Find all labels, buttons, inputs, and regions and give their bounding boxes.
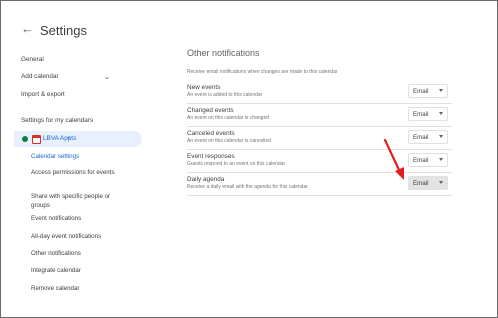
- chevron-down-icon[interactable]: ⌄: [103, 73, 111, 81]
- sub-item-calendar-settings[interactable]: Calendar settings: [31, 152, 115, 161]
- dropdown-arrow-icon: [439, 158, 443, 161]
- sidebar-item-add-calendar[interactable]: Add calendar: [21, 73, 59, 80]
- setting-description: An event on this calendar is cancelled: [187, 138, 271, 144]
- setting-label: Canceled events: [187, 130, 235, 137]
- setting-description: An event on this calendar is changed: [187, 115, 269, 121]
- setting-description: An event is added to this calendar: [187, 92, 263, 98]
- setting-label: Changed events: [187, 107, 234, 114]
- setting-label: New events: [187, 84, 221, 91]
- setting-label: Event responses: [187, 153, 235, 160]
- dropdown-arrow-icon: [439, 112, 443, 115]
- select-value: Email: [413, 111, 429, 118]
- calendar-icon: [32, 135, 41, 144]
- divider: [187, 103, 452, 104]
- sub-item-remove-calendar[interactable]: Remove calendar: [31, 284, 115, 293]
- dropdown-arrow-icon: [439, 89, 443, 92]
- page-title: Settings: [40, 23, 87, 38]
- notification-select[interactable]: Email: [408, 107, 448, 121]
- setting-description: Guests respond to an event on this calen…: [187, 161, 286, 167]
- chevron-up-icon: ⌄: [65, 135, 72, 141]
- arrow-back-icon[interactable]: ←: [21, 22, 34, 35]
- section-heading: Other notifications: [187, 48, 260, 58]
- dropdown-arrow-icon: [439, 181, 443, 184]
- dropdown-arrow-icon: [439, 135, 443, 138]
- divider: [187, 195, 452, 196]
- select-value: Email: [413, 88, 429, 95]
- section-title-my-calendars: Settings for my calendars: [21, 117, 94, 124]
- sidebar-item-import-export[interactable]: Import & export: [21, 91, 65, 98]
- setting-description: Receive a daily email with the agenda fo…: [187, 184, 308, 190]
- sidebar-item-calendar[interactable]: LBVA Appts ⌄: [14, 131, 142, 147]
- divider: [187, 126, 452, 127]
- sub-item-access-permissions[interactable]: Access permissions for events: [31, 168, 115, 177]
- sub-item-other-notifications[interactable]: Other notifications: [31, 249, 115, 258]
- sub-item-all-day-notifications[interactable]: All-day event notifications: [31, 232, 115, 241]
- calendar-color-dot: [22, 136, 28, 142]
- section-description: Receive email notifications when changes…: [187, 69, 338, 75]
- sidebar-item-general[interactable]: General: [21, 56, 44, 63]
- red-arrow-annotation: [383, 138, 404, 180]
- sub-item-integrate-calendar[interactable]: Integrate calendar: [31, 266, 115, 275]
- notification-select[interactable]: Email: [408, 84, 448, 98]
- setting-label: Daily agenda: [187, 176, 225, 183]
- sub-item-event-notifications[interactable]: Event notifications: [31, 214, 115, 223]
- sub-item-share-people[interactable]: Share with specific people or groups: [31, 192, 115, 210]
